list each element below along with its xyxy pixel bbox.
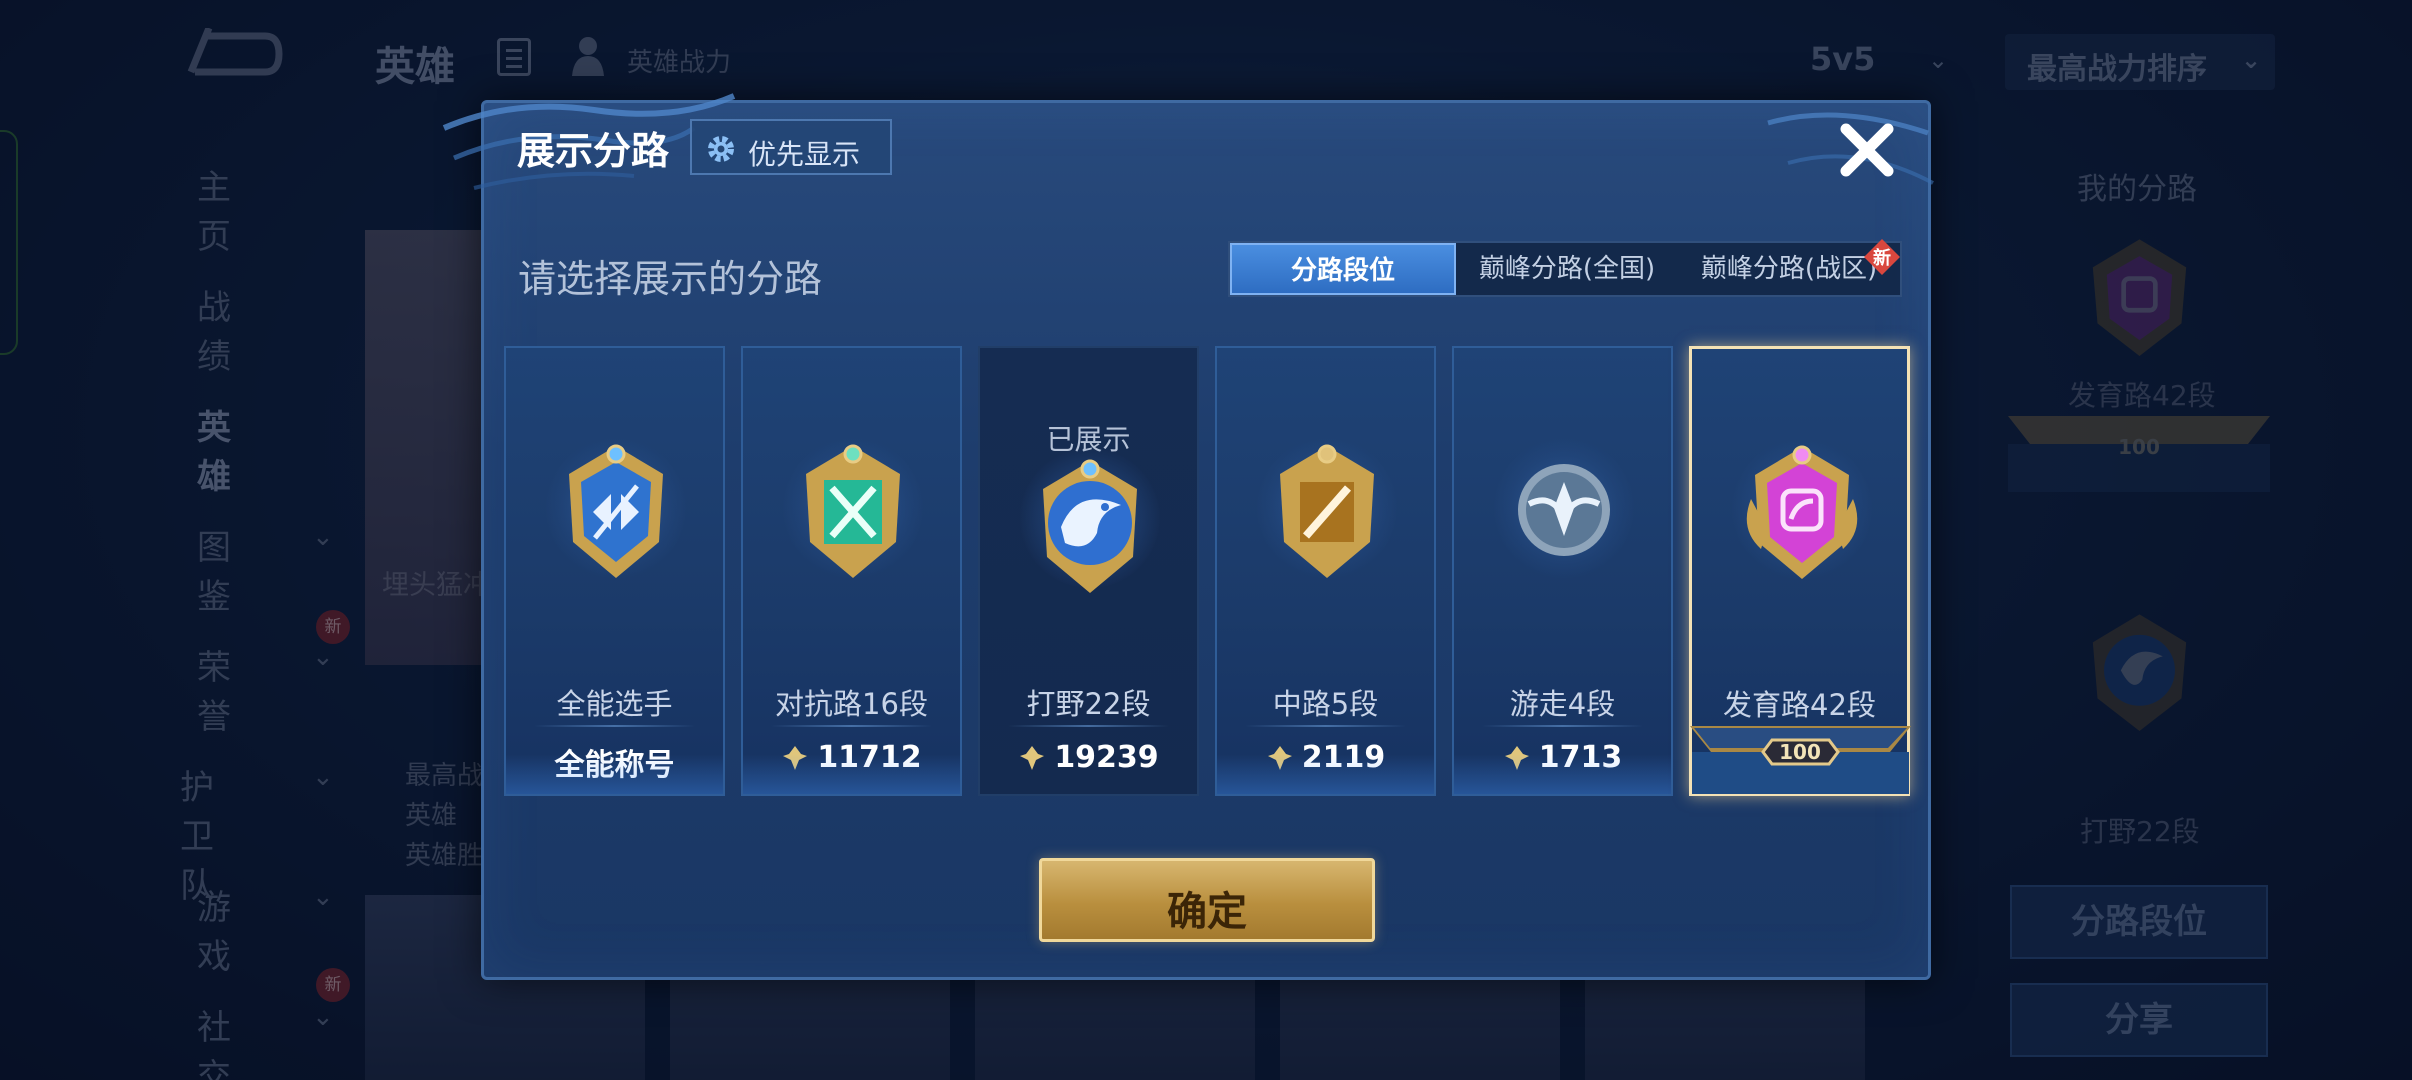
lane-name: 对抗路16段 [775,687,928,721]
divider [1245,725,1406,727]
tab-peak-national[interactable]: 巅峰分路(全国) [1456,243,1678,295]
power-icon [1020,745,1045,770]
gear-icon [708,136,734,162]
confirm-button[interactable]: 确定 [1039,858,1375,942]
card-glow [1217,754,1434,794]
priority-display-button[interactable]: 优先显示 [690,119,892,175]
lane-name: 打野22段 [1026,687,1151,721]
level-plate: 100 [1690,726,1911,794]
divider [1008,725,1169,727]
priority-display-label: 优先显示 [748,138,861,171]
lane-name: 全能选手 [556,687,673,721]
divider [771,725,932,727]
divider [1482,725,1643,727]
lane-tabs: 分路段位 巅峰分路(全国) 巅峰分路(战区) 新 [1228,239,1902,297]
lane-card-farm[interactable]: 发育路42段 100 [1689,346,1911,796]
confirm-label: 确定 [1167,889,1247,935]
lane-card-all-round[interactable]: 全能选手 全能称号 [504,346,725,796]
lane-display-dialog: 展示分路 优先显示 请选择展示的分路 分路段位 巅峰分路(全国) 巅峰分路(战区… [442,93,1934,980]
mid-lane-badge-icon [1280,444,1374,578]
divider [534,725,695,727]
lane-card-roam[interactable]: 游走4段 1713 [1452,346,1673,796]
dialog-title: 展示分路 [517,129,670,173]
new-tag-icon: 新 [1864,239,1900,275]
clash-lane-badge-icon [806,444,900,578]
new-tag-label: 新 [1873,247,1891,269]
lane-card-jungle[interactable]: 已展示 打野22段 19239 [978,346,1199,796]
roam-badge-icon [1518,464,1610,556]
lane-name: 发育路42段 [1723,688,1876,722]
all-round-badge-icon [569,444,663,578]
close-icon[interactable] [1828,111,1906,189]
card-glow [743,754,960,794]
dialog-subtitle: 请选择展示的分路 [518,257,823,301]
tab-lane-rank[interactable]: 分路段位 [1230,243,1456,295]
lane-level-text: 100 [1779,740,1821,764]
farm-lane-badge-icon [1746,445,1858,579]
lane-name: 中路5段 [1272,687,1379,721]
lane-card-clash[interactable]: 对抗路16段 11712 [741,346,962,796]
card-glow [1454,754,1671,794]
lane-value-text: 19239 [1054,740,1159,775]
lane-name: 游走4段 [1509,687,1616,721]
lane-value: 19239 [980,740,1197,780]
card-glow [506,754,723,794]
lane-card-mid[interactable]: 中路5段 2119 [1215,346,1436,796]
jungle-badge-icon [1043,459,1137,593]
